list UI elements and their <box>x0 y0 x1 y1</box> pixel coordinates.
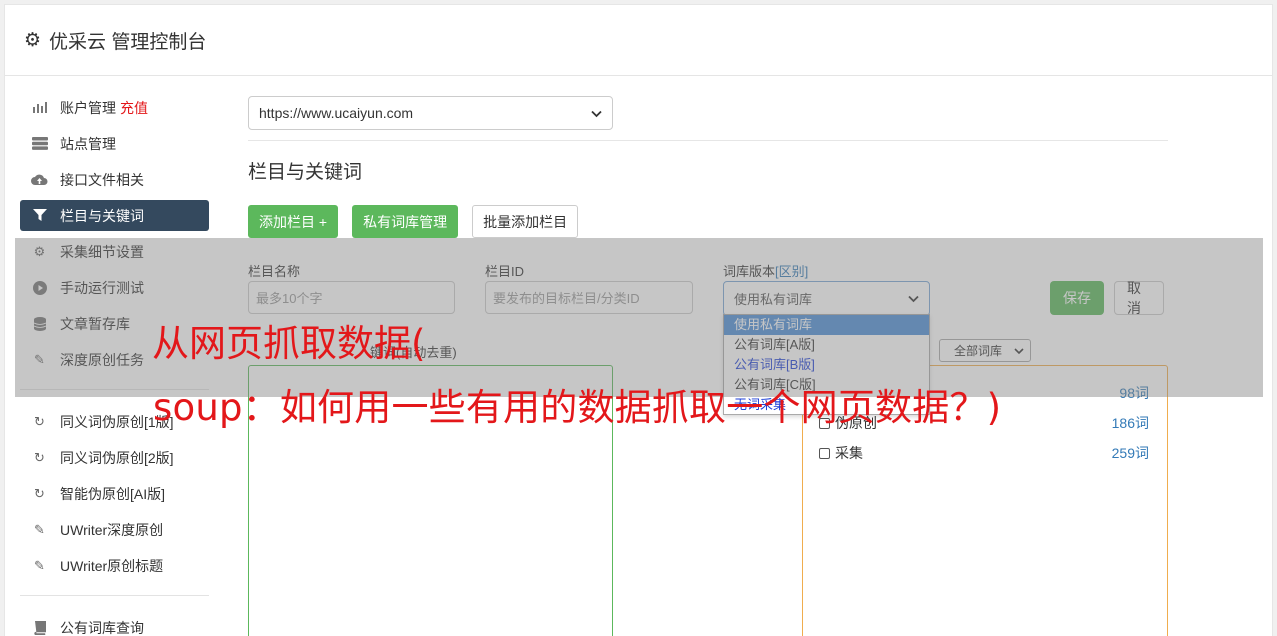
cloud-upload-icon <box>31 173 48 187</box>
refresh-icon: ↻ <box>34 485 45 501</box>
sidebar-item-uwriter-title[interactable]: ✎ UWriter原创标题 <box>20 550 209 581</box>
site-select[interactable]: https://www.ucaiyun.com <box>248 96 613 130</box>
refresh-icon: ↻ <box>34 449 45 465</box>
server-icon <box>31 137 48 151</box>
sidebar-item-label: 接口文件相关 <box>60 171 144 188</box>
app-title: 优采云 管理控制台 <box>49 31 207 53</box>
lib-row-count[interactable]: 259词 <box>1112 443 1149 463</box>
sidebar-item-account[interactable]: 账户管理 充值 <box>20 92 209 123</box>
app-header: ⚙ 优采云 管理控制台 <box>5 5 1272 76</box>
sidebar-item-public-lib[interactable]: 公有词库查询 <box>20 612 209 636</box>
sidebar-item-synonym-v2[interactable]: ↻ 同义词伪原创[2版] <box>20 442 209 473</box>
divider <box>248 140 1168 141</box>
add-column-button[interactable]: 添加栏目 + <box>248 205 339 238</box>
main-content: https://www.ucaiyun.com 栏目与关键词 添加栏目 + 私有… <box>244 96 1168 316</box>
section-title: 栏目与关键词 <box>248 162 363 183</box>
lib-row[interactable]: 采集 259词 <box>819 443 1149 463</box>
private-lib-button[interactable]: 私有词库管理 <box>352 205 459 238</box>
watermark-line-2: soup：如何用一些有用的数据抓取一个网页数据？) <box>153 386 1002 429</box>
refresh-icon: ↻ <box>34 413 45 429</box>
lib-row-count[interactable]: 186词 <box>1112 413 1149 433</box>
watermark-line-1: 从网页抓取数据( <box>152 322 426 365</box>
gear-icon: ⚙ <box>24 29 42 51</box>
sidebar-item-columns-keywords[interactable]: 栏目与关键词 <box>20 200 209 231</box>
sidebar-item-label: 公有词库查询 <box>60 619 144 636</box>
sidebar-item-uwriter-deep[interactable]: ✎ UWriter深度原创 <box>20 514 209 545</box>
filter-icon <box>31 209 48 223</box>
sidebar-item-label: UWriter深度原创 <box>60 521 164 538</box>
edit-icon: ✎ <box>34 521 45 537</box>
batch-add-button[interactable]: 批量添加栏目 <box>472 205 579 238</box>
sidebar-item-label: 同义词伪原创[2版] <box>60 449 174 466</box>
sidebar-item-label: UWriter原创标题 <box>60 557 164 574</box>
chevron-down-icon <box>591 105 602 121</box>
book-icon <box>31 620 48 635</box>
sidebar-item-interface[interactable]: 接口文件相关 <box>20 164 209 195</box>
action-buttons: 添加栏目 + 私有词库管理 批量添加栏目 <box>248 205 1164 238</box>
sidebar-divider <box>20 595 209 596</box>
bar-chart-icon <box>31 101 48 115</box>
sidebar-item-label: 站点管理 <box>60 135 116 152</box>
edit-icon: ✎ <box>34 557 45 573</box>
sidebar-item-ai-rewrite[interactable]: ↻ 智能伪原创[AI版] <box>20 478 209 509</box>
sidebar-item-label: 智能伪原创[AI版] <box>60 485 166 502</box>
recharge-link[interactable]: 充值 <box>120 98 148 118</box>
checkbox[interactable] <box>819 447 830 459</box>
sidebar-item-label: 账户管理 <box>60 99 116 116</box>
overlay-band <box>15 238 1263 397</box>
site-select-value: https://www.ucaiyun.com <box>259 105 414 121</box>
sidebar-item-sites[interactable]: 站点管理 <box>20 128 209 159</box>
lib-row-label: 采集 <box>819 443 863 463</box>
sidebar-item-label: 栏目与关键词 <box>60 207 144 224</box>
